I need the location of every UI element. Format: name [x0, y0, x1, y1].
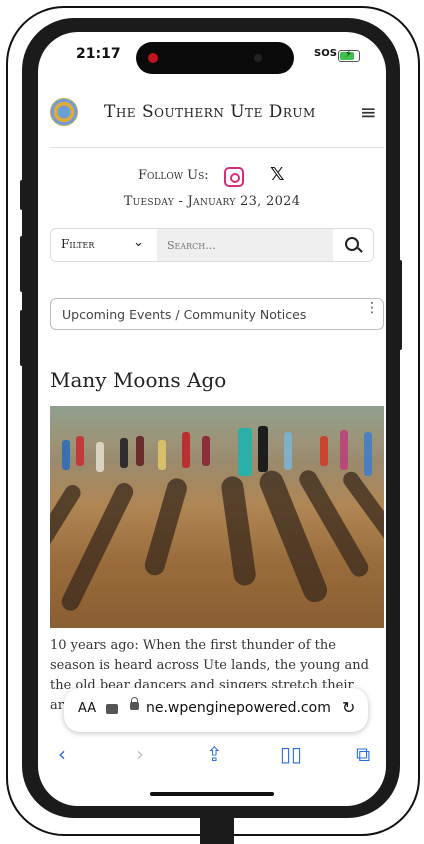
- page-settings-button[interactable]: AA: [78, 701, 96, 716]
- recording-indicator-icon: [148, 53, 158, 63]
- events-dropdown[interactable]: Upcoming Events / Community Notices ⋮: [50, 298, 384, 330]
- battery-icon: ⚡: [338, 49, 360, 62]
- article-photo[interactable]: [50, 406, 384, 628]
- back-icon[interactable]: ‹: [58, 742, 66, 766]
- header-divider: [50, 147, 384, 148]
- browser-address-bar[interactable]: AA ne.wpenginepowered.com ↻: [64, 688, 368, 732]
- home-indicator[interactable]: [150, 792, 274, 796]
- status-time: 21:17: [76, 46, 121, 62]
- current-date: Tuesday - January 23, 2024: [123, 194, 301, 209]
- url-text[interactable]: ne.wpenginepowered.com: [146, 700, 331, 716]
- menu-icon[interactable]: ≡: [360, 100, 377, 124]
- site-logo[interactable]: [50, 98, 78, 126]
- reload-icon[interactable]: ↻: [342, 698, 355, 717]
- x-icon[interactable]: 𝕏: [270, 164, 285, 185]
- follow-bar: Follow Us: 𝕏: [38, 164, 386, 188]
- article-title[interactable]: Many Moons Ago: [50, 368, 226, 392]
- search-bar: Filter ⌄: [50, 228, 374, 262]
- bookmarks-icon[interactable]: ▯▯: [280, 742, 302, 766]
- filter-dropdown[interactable]: Filter ⌄: [51, 229, 157, 261]
- search-input[interactable]: [157, 229, 333, 261]
- instagram-icon[interactable]: [224, 167, 244, 187]
- charging-bolt-icon: ⚡: [345, 49, 353, 60]
- charging-cable: [200, 818, 234, 844]
- forward-icon[interactable]: ›: [136, 742, 144, 766]
- extension-icon[interactable]: [106, 704, 118, 714]
- site-header: The Southern Ute Drum ≡: [38, 94, 386, 144]
- kebab-menu-icon[interactable]: ⋮: [365, 301, 379, 315]
- search-button[interactable]: [333, 229, 373, 261]
- share-icon[interactable]: ⇪: [206, 742, 223, 766]
- phone-screen: 21:17 SOS ⚡ The Southern Ute Drum ≡ Foll…: [38, 32, 386, 806]
- dynamic-island: [136, 42, 294, 74]
- browser-toolbar: ‹ › ⇪ ▯▯ ⧉: [38, 736, 386, 776]
- events-label: Upcoming Events / Community Notices: [62, 307, 307, 322]
- lock-icon: [130, 697, 139, 710]
- sos-indicator: SOS: [314, 48, 337, 59]
- follow-label: Follow Us:: [138, 168, 209, 183]
- site-title[interactable]: The Southern Ute Drum: [104, 102, 316, 122]
- tabs-icon[interactable]: ⧉: [356, 742, 370, 766]
- camera-icon: [254, 54, 262, 62]
- filter-label: Filter: [61, 237, 95, 251]
- chevron-down-icon: ⌄: [133, 235, 144, 250]
